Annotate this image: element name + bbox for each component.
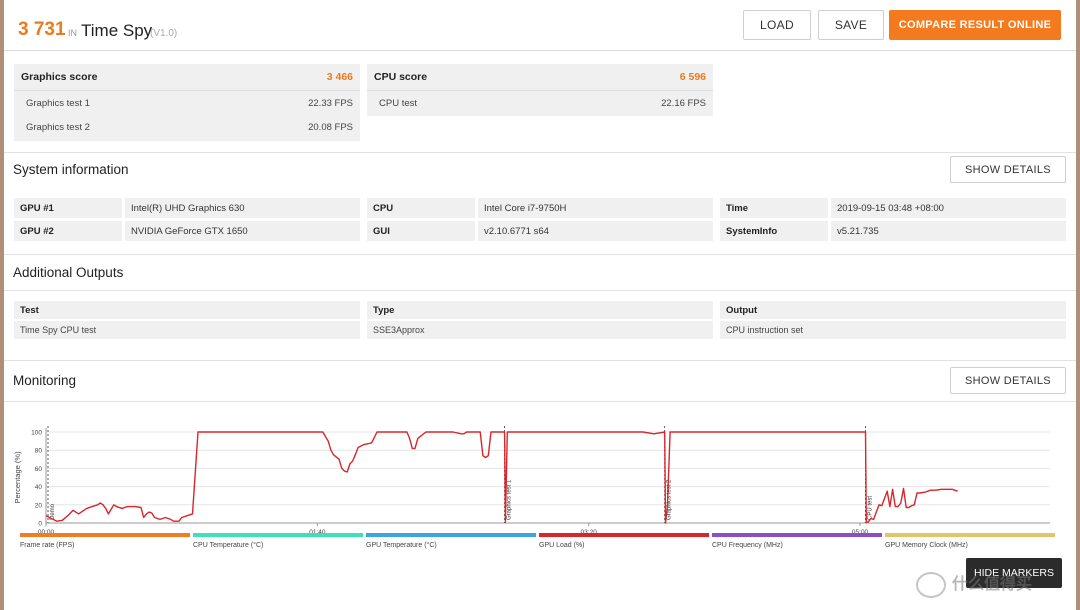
graphics-test-name: Graphics test 1	[26, 97, 90, 109]
y-tick-label: 20	[35, 502, 43, 509]
graphics-score-row: Graphics score 3 466	[14, 64, 360, 91]
legend-label: CPU Frequency (MHz)	[712, 542, 783, 549]
y-axis-label: Percentage (%)	[13, 451, 22, 504]
output-cell: CPU instruction set	[720, 321, 1066, 339]
legend-item[interactable]: CPU Frequency (MHz)	[712, 533, 882, 549]
legend-item[interactable]: Frame rate (FPS)	[20, 533, 190, 549]
graphics-test-value: 22.33 FPS	[308, 97, 353, 109]
monitoring-show-details-button[interactable]: SHOW DETAILS	[950, 367, 1066, 394]
legend-swatch	[193, 533, 363, 537]
legend-item[interactable]: GPU Temperature (°C)	[366, 533, 536, 549]
gpu-load-series-line	[45, 431, 958, 524]
legend-item[interactable]: GPU Load (%)	[539, 533, 709, 549]
legend-swatch	[366, 533, 536, 537]
system-show-details-button[interactable]: SHOW DETAILS	[950, 156, 1066, 183]
output-column-header: Test	[14, 301, 360, 319]
info-value: Intel Core i7-9750H	[478, 198, 713, 218]
legend-swatch	[885, 533, 1055, 537]
save-button[interactable]: SAVE	[818, 10, 884, 40]
info-key: Time	[720, 198, 828, 218]
cpu-test-value: 22.16 FPS	[661, 97, 706, 109]
cpu-test-name: CPU test	[379, 97, 418, 109]
graphics-score-panel: Graphics score 3 466 Graphics test 1 22.…	[14, 64, 360, 141]
benchmark-name: Time Spy	[81, 21, 153, 40]
graphics-test-value: 20.08 FPS	[308, 121, 353, 133]
graphics-test-row: Graphics test 1 22.33 FPS	[14, 91, 360, 115]
info-key: SystemInfo	[720, 221, 828, 241]
legend-item[interactable]: GPU Memory Clock (MHz)	[885, 533, 1055, 549]
y-tick-label: 100	[31, 430, 42, 437]
graphics-score-value: 3 466	[326, 71, 353, 83]
overall-score: 3 731	[18, 19, 66, 40]
score-in-label: IN	[68, 28, 77, 38]
info-value: NVIDIA GeForce GTX 1650	[125, 221, 360, 241]
section-divider	[4, 360, 1076, 361]
y-tick-label: 60	[35, 466, 43, 473]
info-value: Intel(R) UHD Graphics 630	[125, 198, 360, 218]
output-column-header: Output	[720, 301, 1066, 319]
legend-label: GPU Memory Clock (MHz)	[885, 542, 968, 549]
graphics-test-row: Graphics test 2 20.08 FPS	[14, 115, 360, 139]
additional-outputs-title: Additional Outputs	[13, 265, 124, 280]
legend-label: GPU Temperature (°C)	[366, 542, 437, 549]
output-cell: SSE3Approx	[367, 321, 713, 339]
cpu-score-label: CPU score	[374, 71, 428, 83]
test-marker-label: Graphics test 1	[507, 479, 513, 520]
result-page: 3 731 IN Time Spy (V1.0) LOAD SAVE COMPA…	[4, 0, 1076, 610]
watermark-logo-icon	[916, 572, 946, 598]
info-key: GPU #1	[14, 198, 122, 218]
test-marker-label: CPU test	[867, 496, 873, 520]
output-cell: Time Spy CPU test	[14, 321, 360, 339]
section-divider	[4, 254, 1076, 255]
system-info-title: System information	[13, 162, 129, 177]
legend-label: GPU Load (%)	[539, 542, 585, 549]
y-tick-label: 0	[38, 521, 42, 528]
info-value: v2.10.6771 s64	[478, 221, 713, 241]
info-key: GPU #2	[14, 221, 122, 241]
legend-label: CPU Temperature (°C)	[193, 542, 264, 549]
cpu-score-row: CPU score 6 596	[367, 64, 713, 91]
cpu-score-panel: CPU score 6 596 CPU test 22.16 FPS	[367, 64, 713, 116]
graphics-score-label: Graphics score	[21, 71, 98, 83]
section-divider	[4, 152, 1076, 153]
section-divider	[4, 290, 1076, 291]
cpu-score-value: 6 596	[679, 71, 706, 83]
info-value: v5.21.735	[831, 221, 1066, 241]
y-tick-label: 40	[35, 484, 43, 491]
legend-label: Frame rate (FPS)	[20, 542, 75, 549]
load-button[interactable]: LOAD	[743, 10, 811, 40]
compare-online-button[interactable]: COMPARE RESULT ONLINE	[889, 10, 1061, 40]
legend-swatch	[20, 533, 190, 537]
monitoring-title: Monitoring	[13, 373, 77, 388]
info-key: CPU	[367, 198, 475, 218]
watermark-text: 什么值得买	[952, 576, 1033, 593]
legend-swatch	[539, 533, 709, 537]
legend-swatch	[712, 533, 882, 537]
legend-item[interactable]: CPU Temperature (°C)	[193, 533, 363, 549]
graphics-test-name: Graphics test 2	[26, 121, 90, 133]
info-value: 2019-09-15 03:48 +08:00	[831, 198, 1066, 218]
result-header: 3 731 IN Time Spy (V1.0) LOAD SAVE COMPA…	[4, 0, 1076, 51]
output-column-header: Type	[367, 301, 713, 319]
benchmark-version: (V1.0)	[150, 28, 178, 39]
cpu-test-row: CPU test 22.16 FPS	[367, 91, 713, 115]
info-key: GUI	[367, 221, 475, 241]
y-tick-label: 80	[35, 448, 43, 455]
